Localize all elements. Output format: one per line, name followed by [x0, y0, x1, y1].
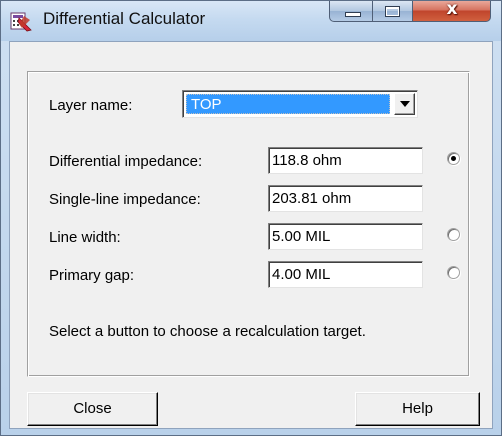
close-window-button[interactable]: x: [413, 0, 491, 22]
layer-name-dropdown[interactable]: TOP: [182, 90, 418, 118]
differential-calculator-icon: [10, 12, 32, 32]
layer-name-value: TOP: [186, 94, 390, 114]
dialog-body: Layer name: TOP Differential impedance: …: [9, 41, 493, 429]
help-button[interactable]: Help: [355, 392, 480, 426]
window-title: Differential Calculator: [43, 9, 206, 28]
minimize-button[interactable]: [329, 1, 373, 22]
layer-dropdown-button[interactable]: [394, 93, 415, 115]
close-button[interactable]: Close: [27, 392, 158, 426]
recalculation-hint: Select a button to choose a recalculatio…: [49, 323, 366, 340]
primary-gap-label: Primary gap:: [49, 267, 135, 284]
differential-impedance-label: Differential impedance:: [49, 153, 203, 170]
single-line-impedance-label: Single-line impedance:: [49, 191, 201, 208]
differential-calculator-window: Differential Calculator x Layer name: TO…: [0, 0, 502, 436]
line-width-label: Line width:: [49, 229, 121, 246]
close-icon: x: [446, 0, 458, 19]
maximize-icon: [385, 6, 400, 17]
differential-impedance-radio[interactable]: [447, 152, 460, 165]
minimize-icon: [345, 12, 361, 17]
chevron-down-icon: [400, 101, 410, 107]
title-bar[interactable]: Differential Calculator x: [1, 0, 501, 41]
line-width-field[interactable]: 5.00 MIL: [268, 223, 423, 250]
single-line-impedance-field[interactable]: 203.81 ohm: [268, 185, 423, 212]
maximize-button[interactable]: [373, 1, 413, 22]
line-width-radio[interactable]: [447, 228, 460, 241]
layer-name-label: Layer name:: [49, 97, 133, 114]
caption-buttons: x: [329, 0, 495, 23]
primary-gap-field[interactable]: 4.00 MIL: [268, 261, 423, 288]
differential-impedance-field[interactable]: 118.8 ohm: [268, 147, 423, 174]
primary-gap-radio[interactable]: [447, 266, 460, 279]
